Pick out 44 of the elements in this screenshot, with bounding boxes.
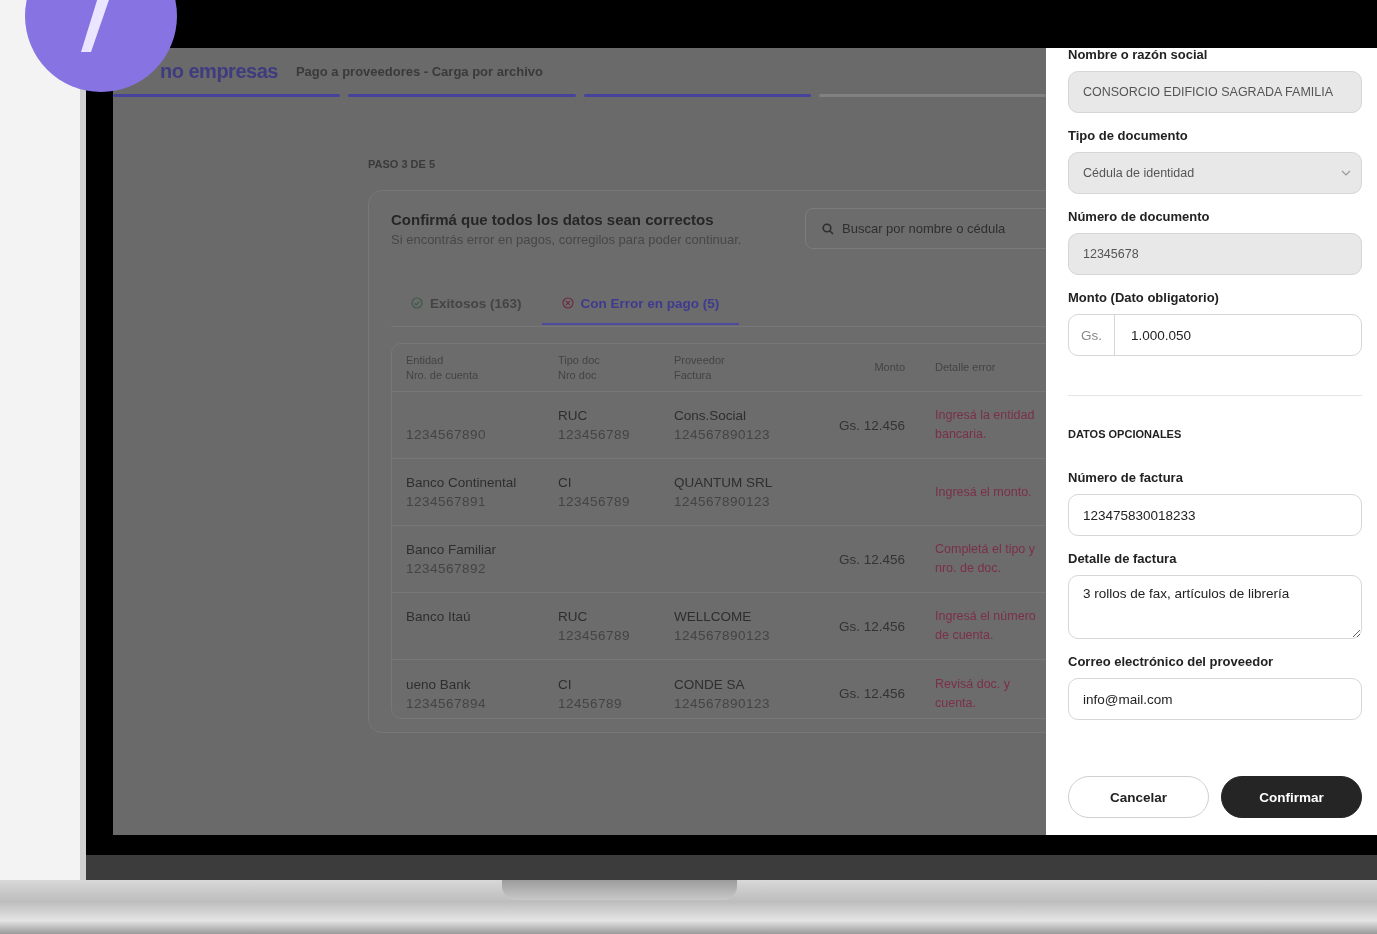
amount-input[interactable]: 1.000.050 <box>1115 326 1361 344</box>
amount-cell: Gs. 12.456 <box>838 686 905 701</box>
field-label: Nombre o razón social <box>1068 48 1209 62</box>
table-cell-text: Banco Itaú <box>406 608 472 626</box>
table-cell-text: ueno Bank <box>406 675 472 694</box>
table-cell-text: Banco Continental <box>406 474 518 492</box>
confirm-button[interactable]: Confirmar <box>1221 776 1362 818</box>
table-cell-text: CONDE SA <box>674 675 746 694</box>
section-title: DATOS OPCIONALES <box>1068 428 1183 440</box>
table-cell-text: Cons.Social <box>674 407 748 425</box>
field-label: Número de documento <box>1068 210 1211 224</box>
error-detail: Ingresá el número de cuenta. <box>934 608 1037 644</box>
table-cell-text: CI <box>558 675 573 694</box>
table-cell-text: RUC <box>558 608 589 626</box>
card-title: Confirmá que todos los datos sean correctos <box>391 211 715 228</box>
field-label: Tipo de documento <box>1068 129 1189 143</box>
text-area[interactable]: 3 rollos de fax, artículos de librería <box>1068 575 1362 639</box>
chevron-down-icon <box>1341 170 1351 176</box>
amount-cell: Gs. 12.456 <box>838 551 905 567</box>
table-cell-text: Banco Familiar <box>406 541 498 559</box>
search-field[interactable]: Buscar por nombre o cédula <box>805 208 1046 249</box>
table-cell-text: CI <box>558 474 573 492</box>
amount-field[interactable]: Gs. 1.000.050 <box>1068 314 1362 356</box>
field-label: Número de factura <box>1068 471 1184 485</box>
field-label: Correo electrónico del proveedor <box>1068 655 1275 669</box>
error-detail: Ingresá el monto. <box>934 483 1033 501</box>
input-field[interactable]: info@mail.com <box>1068 678 1362 720</box>
table-cell-text: WELLCOME <box>674 608 753 626</box>
currency-prefix: Gs. <box>1069 315 1115 355</box>
search-icon <box>822 222 834 235</box>
error-detail: Completá el tipo y nro. de doc. <box>934 541 1037 577</box>
field-label: Detalle de factura <box>1068 552 1178 566</box>
error-detail: Revisá doc. y cuenta. <box>934 675 1012 712</box>
x-circle-icon <box>561 297 574 309</box>
check-circle-icon <box>411 297 423 309</box>
field-label: Monto (Dato obligatorio) <box>1068 291 1220 305</box>
amount-cell: Gs. 12.456 <box>838 417 905 433</box>
search-input[interactable]: Buscar por nombre o cédula <box>842 221 1042 236</box>
cancel-button[interactable]: Cancelar <box>1068 776 1209 818</box>
amount-cell: Gs. 12.456 <box>838 618 905 634</box>
input-field[interactable]: 123475830018233 <box>1068 494 1362 536</box>
error-detail: Ingresá la entidad bancaria. <box>934 407 1036 443</box>
table-cell-text: QUANTUM SRL <box>674 474 774 492</box>
table-cell-text: RUC <box>558 407 589 425</box>
